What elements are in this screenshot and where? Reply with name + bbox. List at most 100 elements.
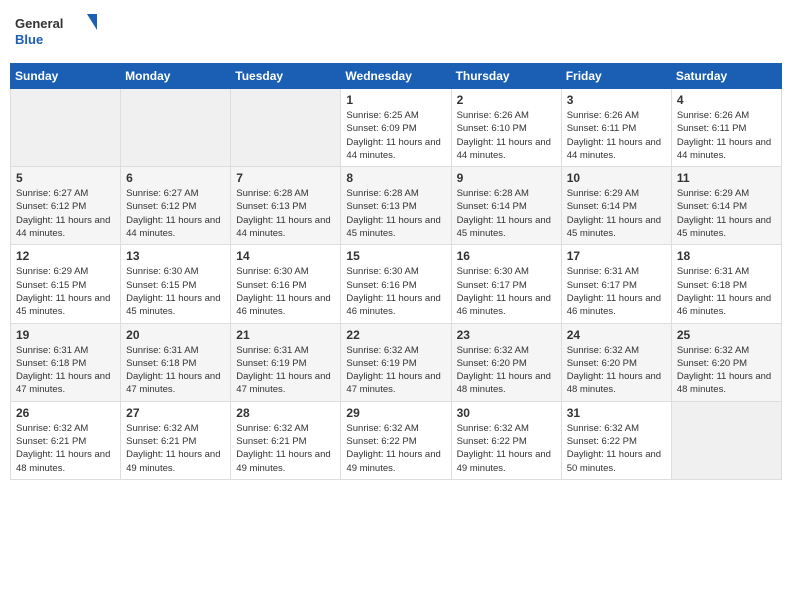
day-info: Sunrise: 6:32 AM Sunset: 6:20 PM Dayligh… — [567, 344, 666, 397]
day-info: Sunrise: 6:31 AM Sunset: 6:18 PM Dayligh… — [677, 265, 776, 318]
calendar-cell: 2 Sunrise: 6:26 AM Sunset: 6:10 PM Daylig… — [451, 89, 561, 167]
day-info: Sunrise: 6:32 AM Sunset: 6:21 PM Dayligh… — [126, 422, 225, 475]
day-number: 25 — [677, 328, 776, 342]
day-number: 12 — [16, 249, 115, 263]
day-info: Sunrise: 6:28 AM Sunset: 6:14 PM Dayligh… — [457, 187, 556, 240]
day-info: Sunrise: 6:32 AM Sunset: 6:22 PM Dayligh… — [457, 422, 556, 475]
calendar-cell — [121, 89, 231, 167]
day-info: Sunrise: 6:27 AM Sunset: 6:12 PM Dayligh… — [126, 187, 225, 240]
weekday-thursday: Thursday — [451, 64, 561, 89]
day-number: 28 — [236, 406, 335, 420]
calendar-cell: 8 Sunrise: 6:28 AM Sunset: 6:13 PM Daylig… — [341, 167, 451, 245]
week-row-5: 26Sunrise: 6:32 AM Sunset: 6:21 PM Dayli… — [11, 401, 782, 479]
calendar-cell: 14 Sunrise: 6:30 AM Sunset: 6:16 PM Dayli… — [231, 245, 341, 323]
day-number: 29 — [346, 406, 445, 420]
day-number: 30 — [457, 406, 556, 420]
calendar-cell: 22 Sunrise: 6:32 AM Sunset: 6:19 PM Dayli… — [341, 323, 451, 401]
day-number: 13 — [126, 249, 225, 263]
day-info: Sunrise: 6:32 AM Sunset: 6:20 PM Dayligh… — [677, 344, 776, 397]
calendar-cell: 17 Sunrise: 6:31 AM Sunset: 6:17 PM Dayli… — [561, 245, 671, 323]
day-number: 23 — [457, 328, 556, 342]
day-number: 8 — [346, 171, 445, 185]
week-row-1: 1Sunrise: 6:25 AM Sunset: 6:09 PM Daylig… — [11, 89, 782, 167]
day-info: Sunrise: 6:32 AM Sunset: 6:20 PM Dayligh… — [457, 344, 556, 397]
day-info: Sunrise: 6:30 AM Sunset: 6:15 PM Dayligh… — [126, 265, 225, 318]
calendar-cell: 7 Sunrise: 6:28 AM Sunset: 6:13 PM Daylig… — [231, 167, 341, 245]
calendar-cell: 3 Sunrise: 6:26 AM Sunset: 6:11 PM Daylig… — [561, 89, 671, 167]
day-number: 24 — [567, 328, 666, 342]
day-number: 31 — [567, 406, 666, 420]
logo: General Blue — [15, 10, 105, 55]
day-number: 9 — [457, 171, 556, 185]
calendar-cell: 21Sunrise: 6:31 AM Sunset: 6:19 PM Dayli… — [231, 323, 341, 401]
weekday-wednesday: Wednesday — [341, 64, 451, 89]
calendar-cell — [11, 89, 121, 167]
calendar-cell — [671, 401, 781, 479]
day-info: Sunrise: 6:27 AM Sunset: 6:12 PM Dayligh… — [16, 187, 115, 240]
day-number: 2 — [457, 93, 556, 107]
day-info: Sunrise: 6:28 AM Sunset: 6:13 PM Dayligh… — [346, 187, 445, 240]
svg-text:Blue: Blue — [15, 32, 43, 47]
calendar-cell: 28 Sunrise: 6:32 AM Sunset: 6:21 PM Dayli… — [231, 401, 341, 479]
calendar-cell: 30 Sunrise: 6:32 AM Sunset: 6:22 PM Dayli… — [451, 401, 561, 479]
day-number: 10 — [567, 171, 666, 185]
week-row-2: 5 Sunrise: 6:27 AM Sunset: 6:12 PM Daylig… — [11, 167, 782, 245]
calendar-cell: 15Sunrise: 6:30 AM Sunset: 6:16 PM Dayli… — [341, 245, 451, 323]
svg-text:General: General — [15, 16, 63, 31]
day-info: Sunrise: 6:30 AM Sunset: 6:16 PM Dayligh… — [236, 265, 335, 318]
calendar-cell: 4 Sunrise: 6:26 AM Sunset: 6:11 PM Daylig… — [671, 89, 781, 167]
calendar-cell: 10 Sunrise: 6:29 AM Sunset: 6:14 PM Dayli… — [561, 167, 671, 245]
calendar-table: SundayMondayTuesdayWednesdayThursdayFrid… — [10, 63, 782, 480]
day-number: 3 — [567, 93, 666, 107]
day-info: Sunrise: 6:32 AM Sunset: 6:21 PM Dayligh… — [236, 422, 335, 475]
day-number: 20 — [126, 328, 225, 342]
calendar-cell: 9 Sunrise: 6:28 AM Sunset: 6:14 PM Daylig… — [451, 167, 561, 245]
calendar-cell: 5 Sunrise: 6:27 AM Sunset: 6:12 PM Daylig… — [11, 167, 121, 245]
day-info: Sunrise: 6:31 AM Sunset: 6:18 PM Dayligh… — [126, 344, 225, 397]
day-info: Sunrise: 6:25 AM Sunset: 6:09 PM Dayligh… — [346, 109, 445, 162]
day-number: 22 — [346, 328, 445, 342]
calendar-cell: 29 Sunrise: 6:32 AM Sunset: 6:22 PM Dayli… — [341, 401, 451, 479]
day-number: 16 — [457, 249, 556, 263]
day-info: Sunrise: 6:31 AM Sunset: 6:18 PM Dayligh… — [16, 344, 115, 397]
calendar-cell: 25 Sunrise: 6:32 AM Sunset: 6:20 PM Dayli… — [671, 323, 781, 401]
day-info: Sunrise: 6:32 AM Sunset: 6:19 PM Dayligh… — [346, 344, 445, 397]
day-number: 18 — [677, 249, 776, 263]
calendar-cell: 23 Sunrise: 6:32 AM Sunset: 6:20 PM Dayli… — [451, 323, 561, 401]
day-info: Sunrise: 6:32 AM Sunset: 6:21 PM Dayligh… — [16, 422, 115, 475]
calendar-cell: 24 Sunrise: 6:32 AM Sunset: 6:20 PM Dayli… — [561, 323, 671, 401]
weekday-friday: Friday — [561, 64, 671, 89]
week-row-4: 19 Sunrise: 6:31 AM Sunset: 6:18 PM Dayli… — [11, 323, 782, 401]
day-info: Sunrise: 6:26 AM Sunset: 6:11 PM Dayligh… — [567, 109, 666, 162]
page-header: General Blue — [10, 10, 782, 55]
day-number: 5 — [16, 171, 115, 185]
calendar-cell: 11 Sunrise: 6:29 AM Sunset: 6:14 PM Dayli… — [671, 167, 781, 245]
day-number: 4 — [677, 93, 776, 107]
day-number: 17 — [567, 249, 666, 263]
day-info: Sunrise: 6:31 AM Sunset: 6:19 PM Dayligh… — [236, 344, 335, 397]
day-info: Sunrise: 6:29 AM Sunset: 6:14 PM Dayligh… — [677, 187, 776, 240]
day-number: 14 — [236, 249, 335, 263]
calendar-cell: 20 Sunrise: 6:31 AM Sunset: 6:18 PM Dayli… — [121, 323, 231, 401]
calendar-cell: 13 Sunrise: 6:30 AM Sunset: 6:15 PM Dayli… — [121, 245, 231, 323]
calendar-cell: 26Sunrise: 6:32 AM Sunset: 6:21 PM Dayli… — [11, 401, 121, 479]
calendar-cell: 19 Sunrise: 6:31 AM Sunset: 6:18 PM Dayli… — [11, 323, 121, 401]
day-info: Sunrise: 6:29 AM Sunset: 6:14 PM Dayligh… — [567, 187, 666, 240]
day-number: 11 — [677, 171, 776, 185]
calendar-cell — [231, 89, 341, 167]
day-info: Sunrise: 6:28 AM Sunset: 6:13 PM Dayligh… — [236, 187, 335, 240]
day-number: 27 — [126, 406, 225, 420]
weekday-tuesday: Tuesday — [231, 64, 341, 89]
day-info: Sunrise: 6:26 AM Sunset: 6:11 PM Dayligh… — [677, 109, 776, 162]
day-info: Sunrise: 6:30 AM Sunset: 6:17 PM Dayligh… — [457, 265, 556, 318]
day-info: Sunrise: 6:32 AM Sunset: 6:22 PM Dayligh… — [346, 422, 445, 475]
day-number: 19 — [16, 328, 115, 342]
day-number: 15 — [346, 249, 445, 263]
calendar-cell: 18 Sunrise: 6:31 AM Sunset: 6:18 PM Dayli… — [671, 245, 781, 323]
day-info: Sunrise: 6:26 AM Sunset: 6:10 PM Dayligh… — [457, 109, 556, 162]
calendar-cell: 16 Sunrise: 6:30 AM Sunset: 6:17 PM Dayli… — [451, 245, 561, 323]
day-info: Sunrise: 6:29 AM Sunset: 6:15 PM Dayligh… — [16, 265, 115, 318]
day-info: Sunrise: 6:31 AM Sunset: 6:17 PM Dayligh… — [567, 265, 666, 318]
day-info: Sunrise: 6:32 AM Sunset: 6:22 PM Dayligh… — [567, 422, 666, 475]
day-number: 7 — [236, 171, 335, 185]
